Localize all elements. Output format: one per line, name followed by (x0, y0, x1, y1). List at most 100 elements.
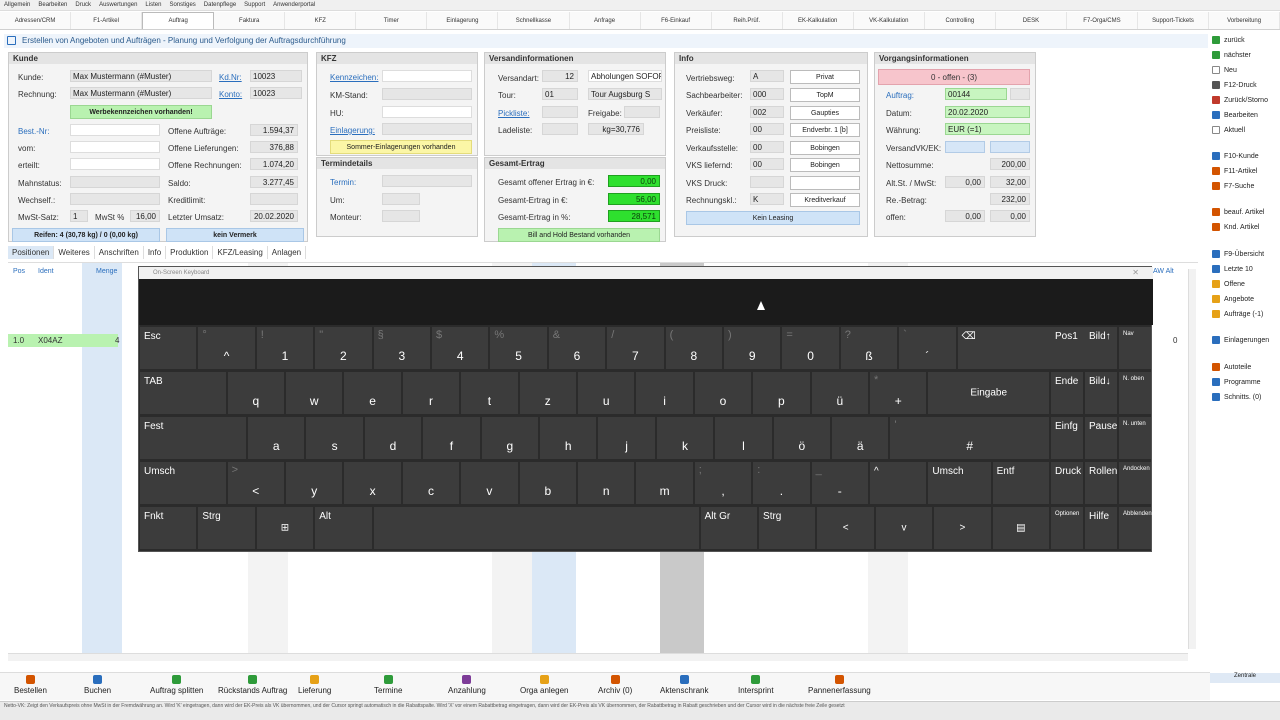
osk-key[interactable]: g (481, 417, 539, 459)
osk-key[interactable]: v (875, 507, 933, 549)
tab-8[interactable]: Anfrage (570, 12, 641, 29)
right-item-10[interactable]: beauf. Artikel (1212, 208, 1264, 216)
tab-1[interactable]: F1-Artikel (71, 12, 143, 29)
menu-item-1[interactable]: Bearbeiten (38, 0, 67, 10)
verkaufsstelle-button[interactable]: Bobingen (790, 141, 860, 155)
osk-key[interactable]: h (540, 417, 597, 459)
pickliste-link[interactable]: Pickliste: (498, 109, 530, 118)
osk-side-key[interactable]: Andocken (1119, 462, 1151, 504)
bestnr-field[interactable] (70, 124, 160, 136)
osk-side-key[interactable]: Einfg (1051, 417, 1083, 459)
right-item-14[interactable]: Offene (1212, 280, 1245, 288)
osk-side-key[interactable]: Bild↓ (1085, 372, 1117, 414)
right-item-18[interactable]: Autoteile (1212, 363, 1251, 371)
rechnungskl-field[interactable]: K (750, 193, 784, 205)
osk-key[interactable]: q (227, 372, 284, 414)
mwst-satz-field[interactable]: 1 (70, 210, 88, 222)
toolbar-button-10[interactable]: Intersprint (738, 675, 774, 701)
right-item-7[interactable]: F10-Kunde (1212, 152, 1259, 160)
erteilt-field[interactable] (70, 158, 160, 170)
toolbar-button-7[interactable]: Orga anlegen (520, 675, 568, 701)
osk-key[interactable]: ) 9 (724, 327, 781, 369)
werbekennzeichen-button[interactable]: Werbekennzeichen vorhanden! (70, 105, 212, 119)
osk-key[interactable]: r (402, 372, 460, 414)
osk-key[interactable]: s (306, 417, 363, 459)
osk-key[interactable]: e (344, 372, 401, 414)
osk-key[interactable]: ü (811, 372, 868, 414)
versandek-field[interactable] (990, 141, 1030, 153)
right-item-20[interactable]: Schnitts. (0) (1212, 393, 1261, 401)
right-item-5[interactable]: Bearbeiten (1212, 111, 1258, 119)
osk-key[interactable]: & 6 (548, 327, 606, 369)
osk-key[interactable]: < (817, 507, 874, 549)
tab-3[interactable]: Faktura (214, 12, 286, 29)
vks-liefernd-button[interactable]: Bobingen (790, 158, 860, 172)
tab-17[interactable]: Vorbereitung (1209, 12, 1280, 29)
vks-liefernd-field[interactable]: 00 (750, 158, 784, 170)
right-item-16[interactable]: Aufträge (-1) (1212, 310, 1263, 318)
osk-key[interactable]: Eingabe (928, 372, 1050, 414)
right-item-17[interactable]: Einlagerungen (1212, 336, 1269, 344)
osk-key[interactable]: :. (753, 462, 810, 504)
kennzeichen-link[interactable]: Kennzeichen: (330, 73, 378, 82)
menu-item-3[interactable]: Auswertungen (99, 0, 137, 10)
menu-item-7[interactable]: Support (244, 0, 265, 10)
subtab-5[interactable]: KFZ/Leasing (213, 246, 268, 259)
grid-vertical-scrollbar[interactable] (1188, 269, 1196, 649)
tab-2[interactable]: Auftrag (142, 12, 215, 29)
right-item-0[interactable]: zurück (1212, 36, 1245, 44)
right-item-4[interactable]: Zurück/Storno (1212, 96, 1268, 104)
toolbar-button-4[interactable]: Lieferung (298, 675, 331, 701)
right-item-1[interactable]: nächster (1212, 51, 1251, 59)
tab-13[interactable]: Controlling (925, 12, 996, 29)
hu-field[interactable] (382, 106, 472, 118)
osk-key[interactable]: j (598, 417, 655, 459)
osk-side-key[interactable]: Pos1 (1051, 327, 1083, 369)
osk-key[interactable]: /7 (607, 327, 664, 369)
menu-item-6[interactable]: Datenpflege (204, 0, 236, 10)
tab-0[interactable]: Adressen/CRM (0, 12, 72, 29)
osk-side-key[interactable]: Bild↑ (1085, 327, 1117, 369)
verkaeufer-field[interactable]: 002 (750, 106, 784, 118)
osk-side-key[interactable]: Abblenden (1119, 507, 1152, 549)
osk-key[interactable]: ▤ (992, 507, 1050, 549)
osk-key[interactable]: > < (227, 462, 284, 504)
subtab-4[interactable]: Produktion (166, 246, 214, 259)
osk-key[interactable]: x (344, 462, 401, 504)
osk-side-key[interactable]: N. unten (1119, 417, 1151, 459)
toolbar-button-5[interactable]: Termine (374, 675, 402, 701)
osk-key[interactable]: TAB (140, 372, 226, 414)
menu-item-0[interactable]: Allgemein (4, 0, 30, 10)
osk-key[interactable]: ⊞ (256, 507, 314, 549)
osk-key[interactable]: m (636, 462, 693, 504)
osk-key[interactable]: Strg (759, 507, 816, 549)
bill-and-hold-button[interactable]: Bill and Hold Bestand vorhanden (498, 228, 660, 242)
osk-key[interactable]: ;, (694, 462, 752, 504)
tab-10[interactable]: Reih.Prüf. (712, 12, 783, 29)
osk-key[interactable]: § 3 (373, 327, 430, 369)
osk-key[interactable] (373, 507, 699, 549)
tab-7[interactable]: Schnellkasse (498, 12, 570, 29)
toolbar-button-1[interactable]: Buchen (84, 675, 111, 701)
tab-6[interactable]: Einlagerung (427, 12, 499, 29)
osk-key[interactable]: Entf (992, 462, 1050, 504)
tab-4[interactable]: KFZ (285, 12, 357, 29)
menu-item-4[interactable]: Listen (145, 0, 161, 10)
osk-key[interactable]: a (248, 417, 305, 459)
vks-druck-field[interactable] (750, 176, 784, 188)
verkaufsstelle-field[interactable]: 00 (750, 141, 784, 153)
osk-key[interactable]: d (364, 417, 422, 459)
toolbar-button-11[interactable]: Pannenerfassung (808, 675, 871, 701)
reifen-button[interactable]: Reifen: 4 (30,78 kg) / 0 (0,00 kg) (12, 228, 160, 242)
subtab-1[interactable]: Weiteres (54, 246, 95, 259)
osk-key[interactable]: k (656, 417, 714, 459)
datum-field[interactable]: 20.02.2020 (945, 106, 1030, 118)
right-item-6[interactable]: Aktuell (1212, 126, 1245, 134)
preisliste-button[interactable]: Endverbr. 1 [b] (790, 123, 860, 137)
termin-field[interactable] (382, 175, 472, 187)
osk-key[interactable]: t (461, 372, 518, 414)
toolbar-button-8[interactable]: Archiv (0) (598, 675, 632, 701)
osk-side-key[interactable]: Hilfe (1085, 507, 1117, 549)
osk-side-key[interactable]: Pause (1085, 417, 1117, 459)
osk-side-key[interactable]: N. oben (1119, 372, 1151, 414)
